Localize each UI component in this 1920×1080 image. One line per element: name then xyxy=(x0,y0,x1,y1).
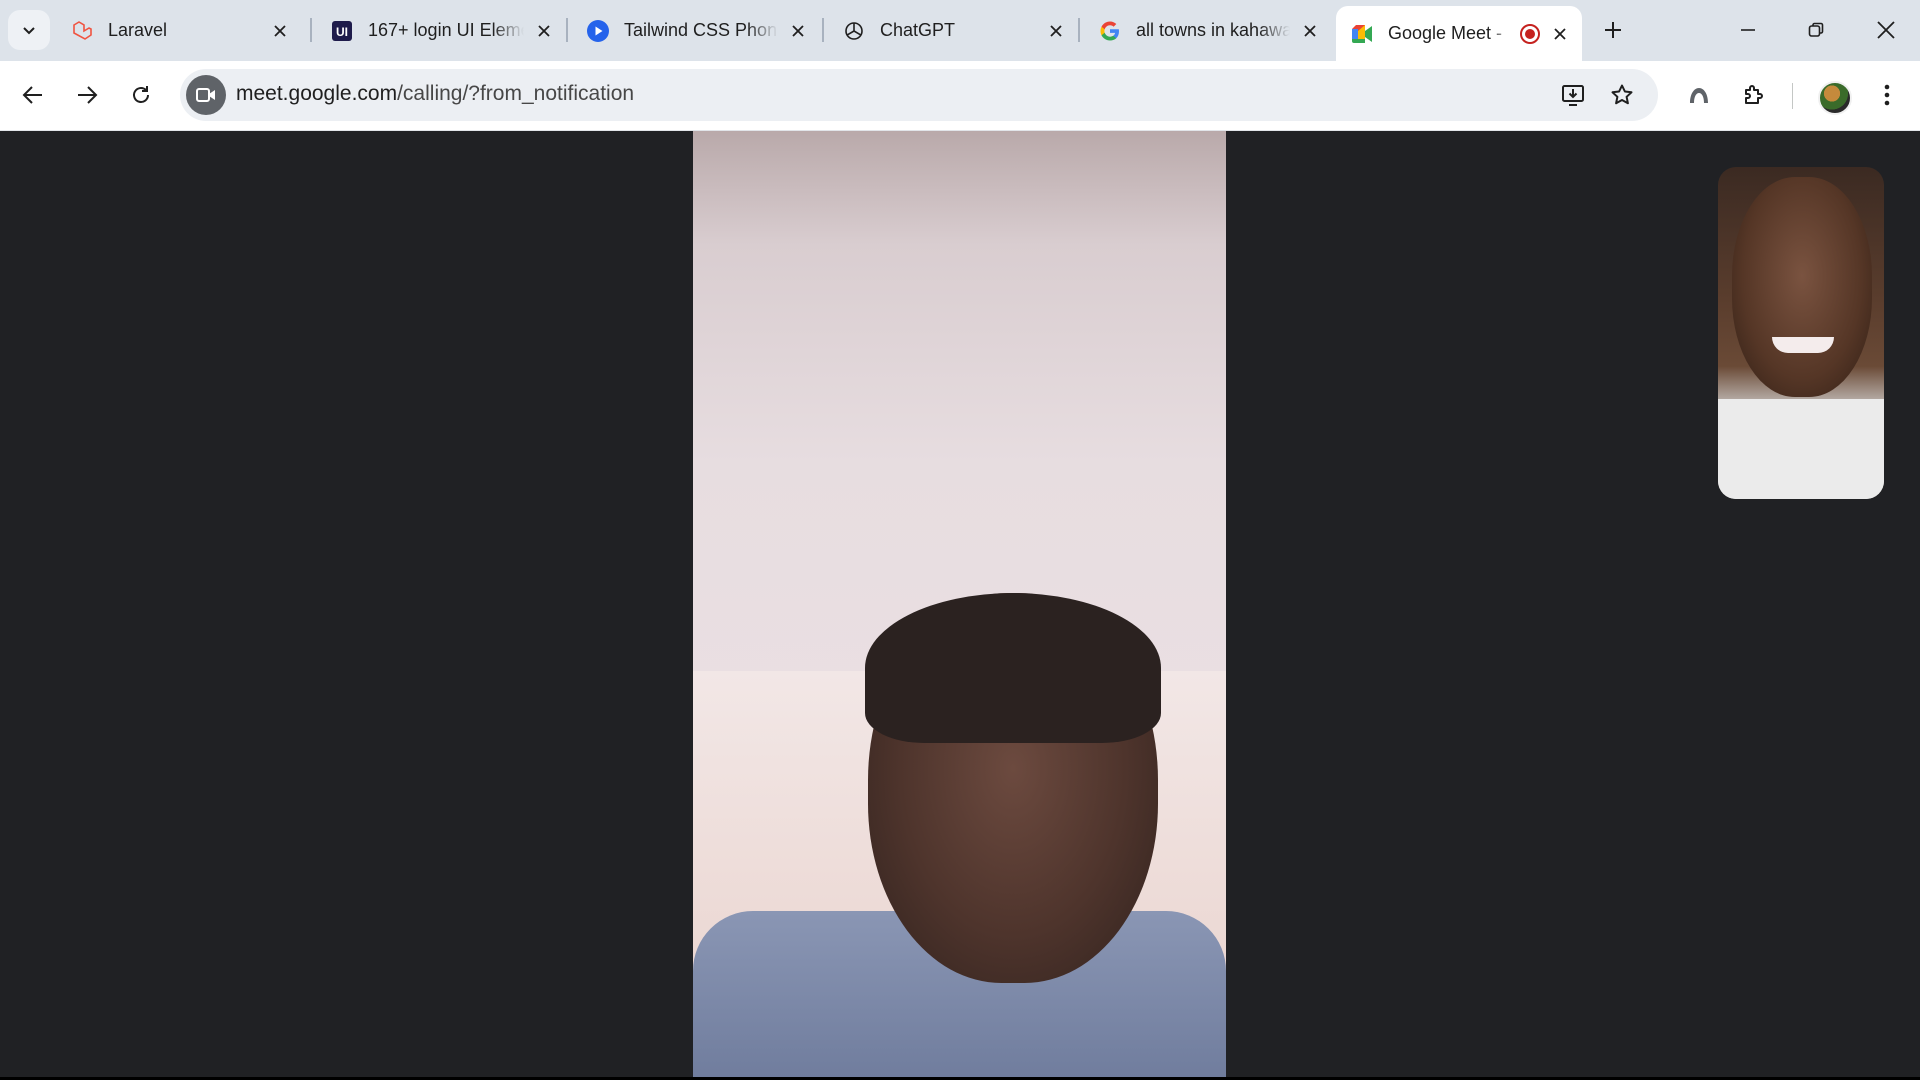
close-icon xyxy=(1877,21,1895,39)
back-button[interactable] xyxy=(12,74,54,116)
toolbar-divider xyxy=(1792,83,1793,109)
profile-avatar[interactable] xyxy=(1818,81,1852,115)
tab-separator xyxy=(1078,18,1080,42)
chatgpt-icon xyxy=(842,19,866,43)
reload-icon xyxy=(133,86,149,103)
url-text: meet.google.com/calling/?from_notificati… xyxy=(236,82,634,106)
close-tab-icon[interactable] xyxy=(786,19,810,43)
tab-login-ui-elements[interactable]: UI 167+ login UI Elements xyxy=(316,6,566,55)
svg-text:UI: UI xyxy=(336,25,348,39)
close-tab-icon[interactable] xyxy=(1044,19,1068,43)
close-window-button[interactable] xyxy=(1856,6,1916,54)
google-icon xyxy=(1098,19,1122,43)
tab-title: 167+ login UI Elements xyxy=(368,20,524,40)
chevron-down-icon xyxy=(23,27,35,35)
remote-participant-video[interactable] xyxy=(693,131,1226,1080)
tab-title: all towns in kahawa xyxy=(1136,20,1290,40)
google-meet-icon xyxy=(1350,22,1374,46)
extensions-button[interactable] xyxy=(1733,74,1775,116)
tab-separator xyxy=(822,18,824,42)
tab-title: Laravel xyxy=(108,20,168,40)
restore-icon xyxy=(1808,22,1824,37)
browser-extension-button[interactable] xyxy=(1678,74,1720,116)
uiverse-icon: UI xyxy=(330,19,354,43)
tab-google-meet[interactable]: Google Meet - xyxy=(1336,6,1582,61)
tab-tailwind-phone[interactable]: Tailwind CSS Phone xyxy=(572,6,820,55)
close-tab-icon[interactable] xyxy=(532,19,556,43)
tab-google-search[interactable]: all towns in kahawa xyxy=(1084,6,1332,55)
star-icon xyxy=(1611,84,1633,105)
tab-separator xyxy=(566,18,568,42)
close-tab-icon[interactable] xyxy=(1548,22,1572,46)
tab-strip: Laravel UI 167+ login UI Elements Tailwi… xyxy=(0,0,1920,61)
forward-button[interactable] xyxy=(66,74,108,116)
tab-search-button[interactable] xyxy=(8,10,50,50)
laravel-icon xyxy=(70,19,94,43)
video-shirt xyxy=(1718,399,1884,499)
tab-title: Google Meet - xyxy=(1388,23,1503,43)
browser-toolbar: meet.google.com/calling/?from_notificati… xyxy=(0,61,1920,131)
arc-extension-icon xyxy=(1690,88,1708,103)
address-bar[interactable]: meet.google.com/calling/?from_notificati… xyxy=(180,69,1658,121)
self-view-video[interactable] xyxy=(1718,167,1884,499)
tab-chatgpt[interactable]: ChatGPT xyxy=(828,6,1078,55)
more-vert-icon xyxy=(1884,84,1890,106)
bookmark-button[interactable] xyxy=(1604,77,1640,113)
new-tab-button[interactable] xyxy=(1595,12,1631,48)
menu-button[interactable] xyxy=(1866,74,1908,116)
minimize-icon xyxy=(1741,29,1755,31)
tab-title: Tailwind CSS Phone xyxy=(624,20,778,40)
arrow-right-icon xyxy=(78,86,98,104)
video-smile xyxy=(1772,337,1834,353)
video-camera-icon xyxy=(196,88,215,102)
install-app-icon xyxy=(1562,85,1584,106)
url-domain: meet.google.com xyxy=(236,82,398,105)
site-info-button[interactable] xyxy=(186,75,226,115)
tab-separator xyxy=(310,18,312,42)
restore-button[interactable] xyxy=(1786,6,1846,54)
install-app-button[interactable] xyxy=(1556,77,1592,113)
close-tab-icon[interactable] xyxy=(268,19,292,43)
tailwind-play-icon xyxy=(586,19,610,43)
puzzle-icon xyxy=(1745,85,1763,104)
reload-button[interactable] xyxy=(120,74,162,116)
url-path: /calling/?from_notification xyxy=(397,82,635,105)
minimize-button[interactable] xyxy=(1718,6,1778,54)
close-tab-icon[interactable] xyxy=(1298,19,1322,43)
video-face xyxy=(1732,177,1872,397)
tab-title: ChatGPT xyxy=(880,20,956,40)
tab-laravel[interactable]: Laravel xyxy=(56,6,302,55)
recording-icon xyxy=(1518,22,1542,46)
plus-icon xyxy=(1605,22,1621,38)
video-hair xyxy=(865,593,1161,743)
meeting-stage xyxy=(0,131,1920,1080)
arrow-left-icon xyxy=(22,86,42,104)
